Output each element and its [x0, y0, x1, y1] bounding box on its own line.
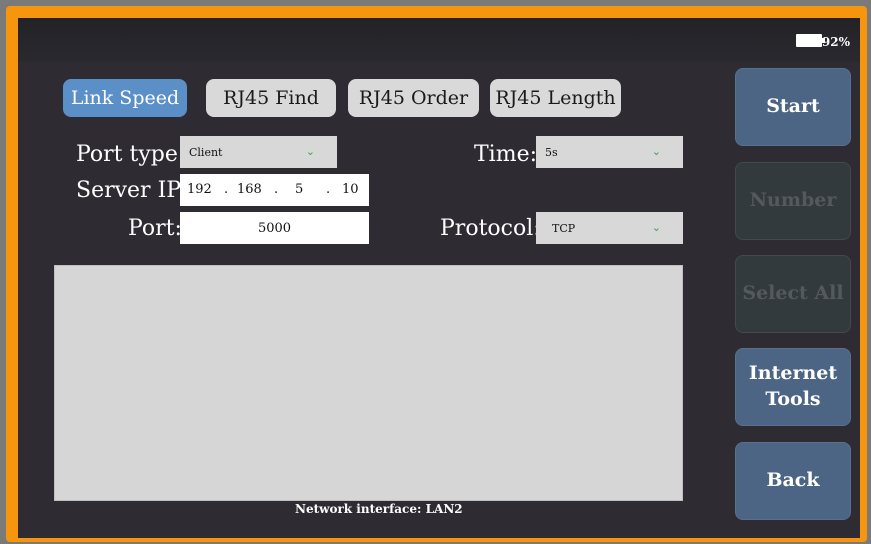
port-type-value: Client	[189, 145, 223, 159]
protocol-label: Protocol:	[440, 216, 541, 241]
start-button[interactable]: Start	[735, 68, 851, 146]
tab-link-speed[interactable]: Link Speed	[63, 79, 187, 117]
time-label: Time:	[474, 142, 538, 167]
number-button[interactable]: Number	[735, 162, 851, 240]
network-interface-label: Network interface: LAN2	[295, 502, 463, 516]
protocol-value: TCP	[552, 221, 576, 235]
tab-rj45-find[interactable]: RJ45 Find	[206, 79, 336, 117]
port-value: 5000	[257, 220, 292, 236]
ip-octet-4[interactable]: 10	[342, 182, 359, 197]
chevron-down-icon: ⌄	[651, 145, 661, 158]
tab-rj45-length[interactable]: RJ45 Length	[490, 79, 621, 117]
port-type-select[interactable]: Client ⌄	[180, 136, 337, 168]
ip-dot: .	[326, 182, 331, 197]
ip-octet-3[interactable]: 5	[295, 182, 303, 197]
chevron-down-icon: ⌄	[651, 221, 661, 234]
ip-dot: .	[224, 182, 229, 197]
tab-rj45-order[interactable]: RJ45 Order	[348, 79, 479, 117]
server-ip-field[interactable]: 192 . 168 . 5 . 10	[180, 174, 369, 206]
ip-octet-1[interactable]: 192	[187, 182, 212, 197]
time-value: 5s	[545, 145, 558, 159]
port-field[interactable]: 5000	[180, 212, 369, 244]
server-ip-label: Server IP:	[76, 178, 188, 203]
port-label: Port:	[128, 216, 182, 241]
ip-dot: .	[274, 182, 279, 197]
battery-percent: 92%	[821, 35, 850, 49]
ip-octet-2[interactable]: 168	[237, 182, 262, 197]
battery-icon	[796, 34, 825, 47]
status-bar: 92%	[18, 18, 860, 62]
select-all-button[interactable]: Select All	[735, 255, 851, 333]
back-button[interactable]: Back	[735, 442, 851, 520]
port-type-label: Port type:	[76, 142, 186, 167]
results-output-area	[54, 265, 683, 501]
protocol-select[interactable]: TCP ⌄	[536, 212, 683, 244]
chevron-down-icon: ⌄	[305, 145, 315, 158]
time-select[interactable]: 5s ⌄	[536, 136, 683, 168]
app-screen: 92% Link Speed RJ45 Find RJ45 Order RJ45…	[18, 18, 860, 538]
internet-tools-button[interactable]: Internet Tools	[735, 348, 851, 426]
